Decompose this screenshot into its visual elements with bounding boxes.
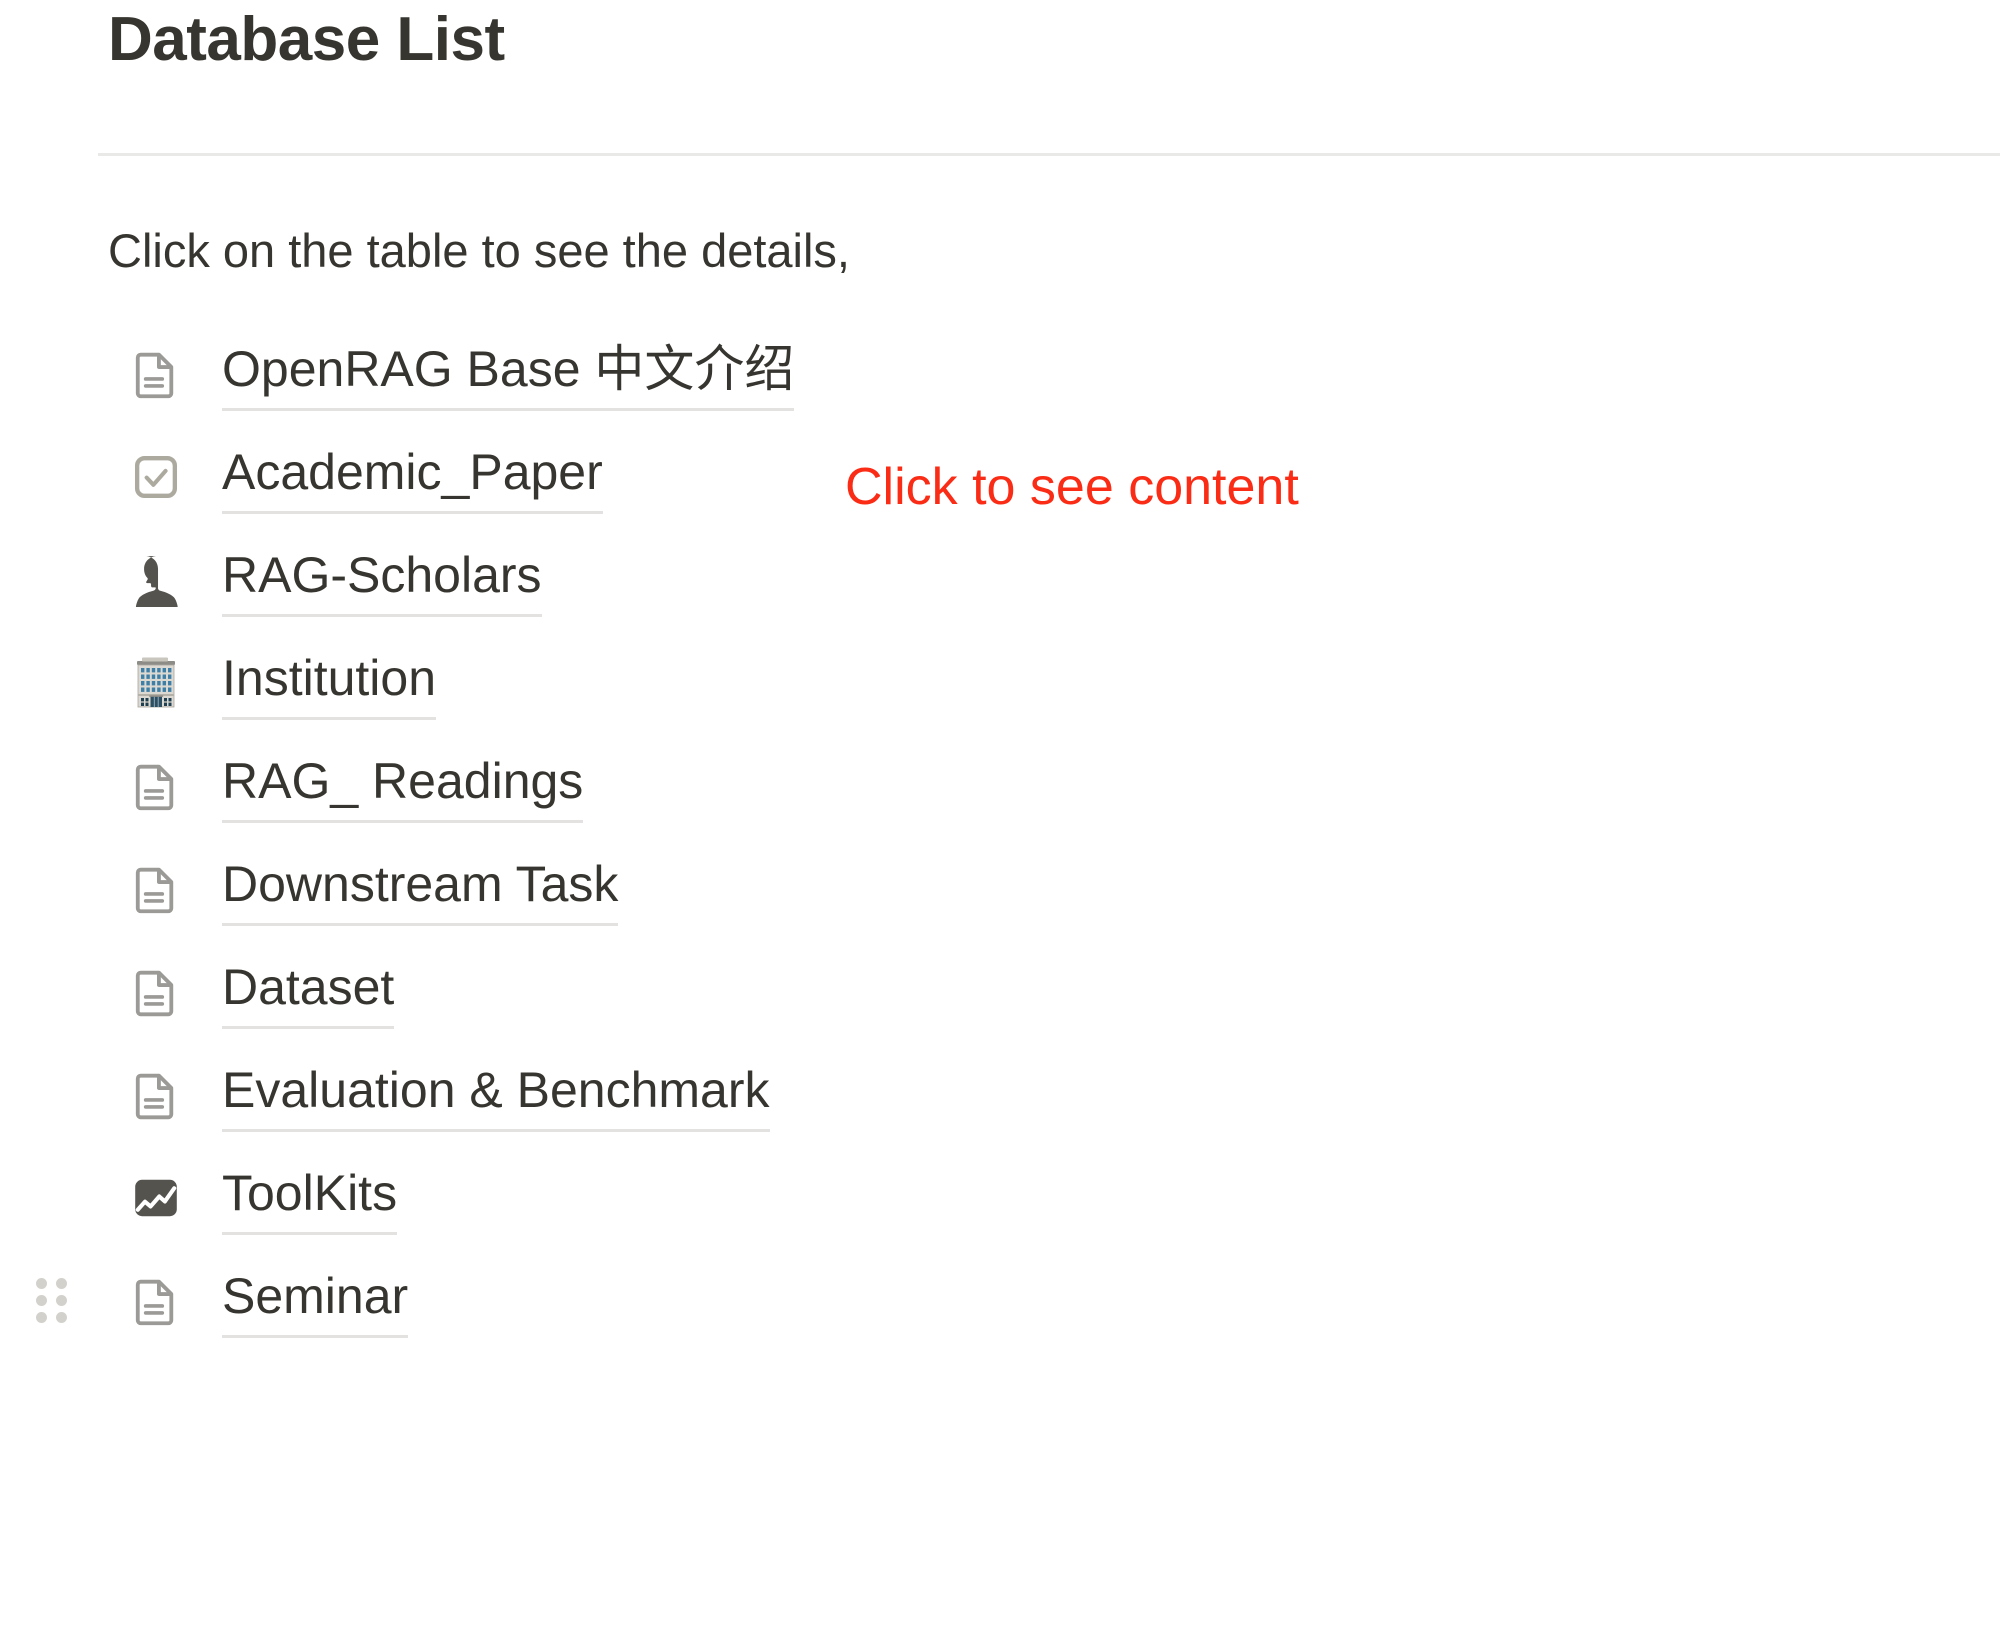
list-item[interactable]: RAG_ Readings	[0, 734, 2000, 837]
document-icon	[128, 1273, 184, 1329]
list-item-link-wrap[interactable]: Dataset	[222, 955, 395, 1029]
list-item[interactable]: Seminar	[0, 1249, 2000, 1352]
list-item-link-wrap[interactable]: RAG-Scholars	[222, 543, 542, 617]
database-list-page: Database List Click on the table to see …	[0, 0, 2000, 1652]
line-chart-icon	[128, 1170, 184, 1226]
list-item-link-wrap[interactable]: Academic_Paper	[222, 440, 603, 514]
list-item-link-wrap[interactable]: ToolKits	[222, 1161, 398, 1235]
title-divider	[98, 153, 2000, 156]
intro-text: Click on the table to see the details,	[108, 224, 850, 277]
drag-dot	[55, 1312, 67, 1323]
document-icon	[128, 346, 184, 402]
list-item-label[interactable]: RAG-Scholars	[222, 543, 542, 617]
list-item[interactable]: ToolKits	[0, 1146, 2000, 1249]
list-item-label[interactable]: ToolKits	[222, 1161, 398, 1235]
checkbox-checked-icon	[128, 449, 184, 505]
drag-handle-icon[interactable]	[35, 1278, 67, 1324]
office-building-icon	[128, 655, 184, 711]
list-item-label[interactable]: Downstream Task	[222, 852, 619, 926]
list-item-label[interactable]: Academic_Paper	[222, 440, 603, 514]
list-item-link-wrap[interactable]: RAG_ Readings	[222, 749, 584, 823]
page-title: Database List	[108, 5, 505, 74]
drag-dot	[35, 1295, 47, 1306]
list-item-link-wrap[interactable]: OpenRAG Base 中文介绍	[222, 337, 795, 411]
list-item-label[interactable]: RAG_ Readings	[222, 749, 584, 823]
drag-dot	[35, 1278, 47, 1289]
drag-dot	[55, 1278, 67, 1289]
list-item[interactable]: Dataset	[0, 940, 2000, 1043]
document-icon	[128, 758, 184, 814]
drag-dot	[55, 1295, 67, 1306]
document-icon	[128, 1067, 184, 1123]
person-bust-icon	[128, 552, 184, 608]
document-icon	[128, 861, 184, 917]
list-item[interactable]: Evaluation & Benchmark	[0, 1043, 2000, 1146]
list-item-link-wrap[interactable]: Downstream Task	[222, 852, 619, 926]
list-item-label[interactable]: Institution	[222, 646, 437, 720]
list-item-link-wrap[interactable]: Institution	[222, 646, 437, 720]
list-item-label[interactable]: Dataset	[222, 955, 395, 1029]
list-item-link-wrap[interactable]: Seminar	[222, 1264, 409, 1338]
list-item[interactable]: Institution	[0, 631, 2000, 734]
list-item-label[interactable]: OpenRAG Base 中文介绍	[222, 337, 795, 411]
list-item[interactable]: RAG-Scholars	[0, 528, 2000, 631]
drag-dot	[35, 1312, 47, 1323]
list-item-label[interactable]: Evaluation & Benchmark	[222, 1058, 770, 1132]
annotation-click-to-see-content: Click to see content	[845, 458, 1299, 516]
list-item-link-wrap[interactable]: Evaluation & Benchmark	[222, 1058, 770, 1132]
list-item-label[interactable]: Seminar	[222, 1264, 409, 1338]
document-icon	[128, 964, 184, 1020]
list-item[interactable]: OpenRAG Base 中文介绍	[0, 322, 2000, 425]
list-item[interactable]: Downstream Task	[0, 837, 2000, 940]
